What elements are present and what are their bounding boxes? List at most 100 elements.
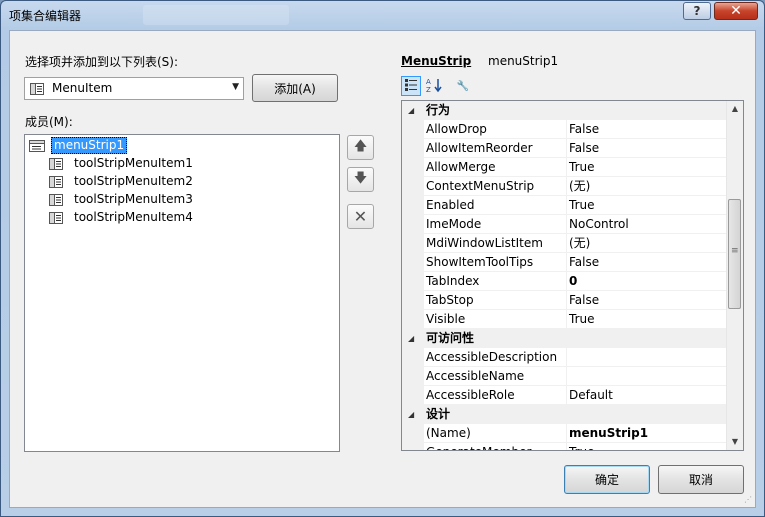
close-button[interactable]: ✕ [714, 2, 758, 20]
row-margin [402, 348, 424, 367]
collapse-triangle-icon[interactable]: ◢ [408, 329, 414, 348]
member-label: toolStripMenuItem1 [74, 156, 193, 170]
member-label: menuStrip1 [51, 137, 128, 154]
property-row[interactable]: GenerateMemberTrue [402, 443, 730, 450]
property-value[interactable]: True [567, 158, 730, 177]
row-margin [402, 291, 424, 310]
property-grid-scrollbar[interactable]: ▲ ▼ [726, 101, 743, 450]
sort-alphabetical-icon: AZ [426, 77, 442, 96]
property-name: ShowItemToolTips [424, 253, 567, 272]
collapse-triangle-icon[interactable]: ◢ [408, 101, 414, 120]
property-value[interactable]: menuStrip1 [567, 424, 730, 443]
property-value[interactable]: False [567, 291, 730, 310]
property-value[interactable]: NoControl [567, 215, 730, 234]
property-pages-button[interactable]: 🔧 [453, 76, 473, 96]
property-value[interactable]: (无) [567, 177, 730, 196]
row-margin [402, 424, 424, 443]
ok-button[interactable]: 确定 [564, 465, 650, 494]
property-name: AllowItemReorder [424, 139, 567, 158]
categorized-icon [404, 78, 418, 95]
member-label: toolStripMenuItem2 [74, 174, 193, 188]
category-label: 可访问性 [426, 331, 475, 345]
row-margin [402, 367, 424, 386]
property-row[interactable]: TabStop False [402, 291, 730, 310]
property-row[interactable]: AccessibleDescription [402, 348, 730, 367]
property-row[interactable]: (Name) menuStrip1 [402, 424, 730, 443]
property-name: (Name) [424, 424, 567, 443]
arrow-down-icon: 🡇 [353, 170, 368, 186]
property-row[interactable]: TabIndex 0 [402, 272, 730, 291]
property-name: GenerateMember [424, 443, 567, 450]
combo-value: MenuItem [52, 81, 113, 95]
property-name: Visible [424, 310, 567, 329]
property-row[interactable]: Visible True [402, 310, 730, 329]
scroll-thumb[interactable] [728, 199, 741, 309]
property-row[interactable]: ShowItemToolTips False [402, 253, 730, 272]
categorized-view-button[interactable] [401, 76, 421, 96]
property-row[interactable]: AllowItemReorder False [402, 139, 730, 158]
wrench-icon: 🔧 [456, 80, 470, 92]
property-value[interactable]: (无) [567, 234, 730, 253]
property-value[interactable]: False [567, 120, 730, 139]
property-name: AccessibleRole [424, 386, 567, 405]
move-up-button[interactable]: 🡅 [347, 135, 374, 160]
property-category[interactable]: ◢ 行为 [402, 101, 728, 120]
property-name: AllowMerge [424, 158, 567, 177]
property-value[interactable]: 0 [567, 272, 730, 291]
cancel-button[interactable]: 取消 [658, 465, 744, 494]
scroll-up-arrow-icon[interactable]: ▲ [727, 101, 743, 117]
row-margin [402, 158, 424, 177]
item-type-combo[interactable]: MenuItem ▼ [24, 77, 244, 100]
property-row[interactable]: AllowMerge True [402, 158, 730, 177]
property-value[interactable]: True [567, 196, 730, 215]
select-item-label: 选择项并添加到以下列表(S): [25, 55, 179, 69]
remove-button[interactable]: ✕ [347, 204, 374, 229]
property-row[interactable]: AccessibleRole Default [402, 386, 730, 405]
move-down-button[interactable]: 🡇 [347, 167, 374, 192]
row-margin [402, 310, 424, 329]
selected-object-type: MenuStrip [401, 54, 472, 68]
row-margin [402, 386, 424, 405]
property-grid[interactable]: ◢ 行为 AllowDrop False AllowItemReorder False Al… [401, 100, 744, 451]
members-label: 成员(M): [25, 115, 73, 129]
property-row[interactable]: AccessibleName [402, 367, 730, 386]
chevron-down-icon[interactable]: ▼ [232, 82, 239, 92]
row-margin [402, 443, 424, 450]
row-margin [402, 120, 424, 139]
delete-icon: ✕ [353, 207, 368, 226]
property-row[interactable]: MdiWindowListItem (无) [402, 234, 730, 253]
property-category[interactable]: ◢ 设计 [402, 405, 728, 424]
svg-text:A: A [426, 78, 431, 86]
property-row[interactable]: ImeMode NoControl [402, 215, 730, 234]
property-row[interactable]: Enabled True [402, 196, 730, 215]
property-name: AccessibleDescription [424, 348, 567, 367]
property-value[interactable]: False [567, 253, 730, 272]
property-row[interactable]: AllowDrop False [402, 120, 730, 139]
property-name: AllowDrop [424, 120, 567, 139]
scroll-down-arrow-icon[interactable]: ▼ [727, 434, 743, 450]
property-value[interactable]: True [567, 310, 730, 329]
selected-object-name: menuStrip1 [488, 54, 559, 68]
property-value[interactable]: False [567, 139, 730, 158]
category-label: 设计 [426, 407, 451, 421]
property-name: TabStop [424, 291, 567, 310]
resize-grip-icon[interactable]: ⋰ [744, 495, 752, 504]
title-bar-reflection [143, 5, 289, 25]
property-value[interactable] [567, 367, 730, 386]
property-value[interactable]: Default [567, 386, 730, 405]
collapse-triangle-icon[interactable]: ◢ [408, 405, 414, 424]
help-button[interactable]: ? [683, 2, 711, 20]
property-row[interactable]: ContextMenuStrip (无) [402, 177, 730, 196]
member-label: toolStripMenuItem4 [74, 210, 193, 224]
collection-editor-window: 项集合编辑器 ? ✕ 选择项并添加到以下列表(S): MenuItem ▼ 添加… [0, 0, 765, 517]
row-margin [402, 253, 424, 272]
property-value[interactable]: True [567, 443, 730, 450]
property-category[interactable]: ◢ 可访问性 [402, 329, 728, 348]
window-title: 项集合编辑器 [9, 9, 82, 23]
add-button[interactable]: 添加(A) [252, 74, 338, 102]
title-bar[interactable]: 项集合编辑器 ? ✕ [1, 1, 764, 29]
members-list[interactable]: menuStrip1 toolStripMenuItem1 toolStripM… [24, 134, 340, 452]
alphabetical-view-button[interactable]: AZ [424, 76, 444, 96]
property-grid-toolbar: AZ 🔧 [401, 75, 737, 97]
property-value[interactable] [567, 348, 730, 367]
